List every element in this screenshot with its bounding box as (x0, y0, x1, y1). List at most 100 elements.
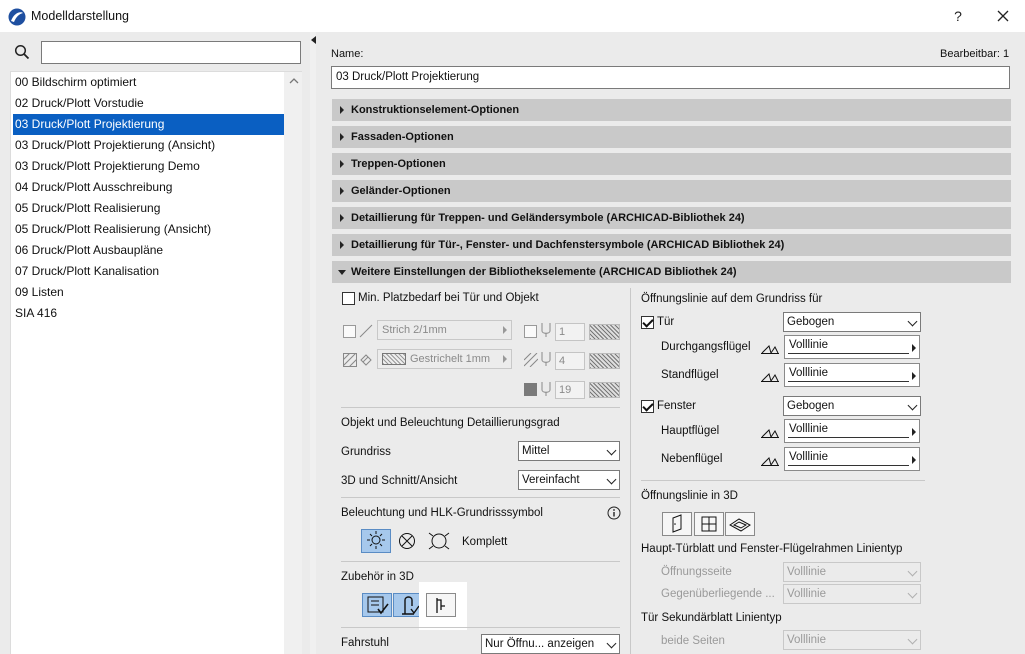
list-item[interactable]: SIA 416 (13, 303, 285, 324)
tuer-checkbox[interactable] (641, 316, 654, 329)
section-title: Detaillierung für Tür-, Fenster- und Dac… (351, 239, 785, 251)
zubehoer-list-button[interactable] (362, 593, 392, 617)
fenster-value: Gebogen (787, 400, 835, 412)
pen1-pattern[interactable] (589, 324, 620, 340)
beide-select[interactable]: Volllinie (783, 630, 921, 650)
list-item-selected[interactable]: 03 Druck/Plott Projektierung (13, 114, 285, 135)
close-button[interactable] (990, 4, 1016, 28)
zubehoer-handle-button[interactable] (426, 593, 456, 617)
oeffnungsseite-select[interactable]: Volllinie (783, 562, 921, 582)
section-title: Geländer-Optionen (351, 185, 451, 197)
pen-icon (541, 352, 551, 366)
search-icon (14, 44, 30, 60)
fenster-checkbox[interactable] (641, 400, 654, 413)
fill-preview-icon (382, 353, 406, 365)
fenster-select[interactable]: Gebogen (783, 396, 921, 416)
light-heading: Beleuchtung und HLK-Grundrisssymbol (341, 507, 543, 519)
section-weitere-einstellungen[interactable]: Weitere Einstellungen der Bibliotheksele… (332, 261, 1011, 283)
name-label: Name: (331, 48, 364, 60)
list-item[interactable]: 03 Druck/Plott Projektierung Demo (13, 156, 285, 177)
chevron-down-icon (907, 400, 918, 411)
window-3d-icon (701, 516, 717, 532)
pen2-pattern[interactable] (589, 353, 620, 369)
detail-heading: Objekt und Beleuchtung Detaillierungsgra… (341, 417, 560, 429)
section-treppen[interactable]: Treppen-Optionen (332, 153, 1011, 175)
section-treppen-detail[interactable]: Detaillierung für Treppen- und Geländers… (332, 207, 1011, 229)
section-title: Konstruktionselement-Optionen (351, 104, 520, 116)
schnitt-select[interactable]: Vereinfacht (518, 470, 620, 490)
neben-popup[interactable]: Volllinie (784, 447, 920, 471)
expand-icon (340, 241, 344, 249)
oeffnungsseite-label: Öffnungsseite (661, 566, 732, 578)
stand-popup[interactable]: Volllinie (784, 363, 920, 387)
chevron-down-icon (907, 588, 918, 599)
line-type-popup[interactable]: Strich 2/1mm (377, 320, 512, 340)
grundriss-select[interactable]: Mittel (518, 441, 620, 461)
haupt-popup[interactable]: Volllinie (784, 419, 920, 443)
section-fassaden[interactable]: Fassaden-Optionen (332, 126, 1011, 148)
fenster-label: Fenster (657, 400, 696, 412)
line-icon (359, 324, 373, 338)
hatch-icon (343, 353, 357, 367)
arrow-right-icon (912, 428, 916, 436)
lamp-button[interactable] (361, 529, 391, 553)
list-item[interactable]: 02 Druck/Plott Vorstudie (13, 93, 285, 114)
3d-door-button[interactable] (662, 512, 692, 536)
arrow-right-icon (912, 344, 916, 352)
list-item[interactable]: 05 Druck/Plott Realisierung (13, 198, 285, 219)
3d-skylight-button[interactable] (725, 512, 755, 536)
fill-bucket-icon (360, 354, 372, 366)
help-button[interactable]: ? (946, 4, 970, 28)
list-item[interactable]: 04 Druck/Plott Ausschreibung (13, 177, 285, 198)
pen3-pattern[interactable] (589, 382, 620, 398)
list-item[interactable]: 09 Listen (13, 282, 285, 303)
list-item[interactable]: 00 Bildschirm optimiert (13, 72, 285, 93)
pen3-field[interactable]: 19 (555, 381, 585, 399)
durchgang-value: Volllinie (789, 339, 828, 351)
preset-list: 00 Bildschirm optimiert 02 Druck/Plott V… (10, 71, 302, 654)
scroll-up-icon[interactable] (289, 76, 299, 86)
list-item[interactable]: 07 Druck/Plott Kanalisation (13, 261, 285, 282)
swing-line-icon (761, 429, 779, 438)
list-item[interactable]: 05 Druck/Plott Realisierung (Ansicht) (13, 219, 285, 240)
section-konstruktionselement[interactable]: Konstruktionselement-Optionen (332, 99, 1011, 121)
pen2-field[interactable]: 4 (555, 352, 585, 370)
arrow-right-icon (912, 456, 916, 464)
durchgang-popup[interactable]: Volllinie (784, 335, 920, 359)
list-check-icon (367, 596, 389, 615)
list-item[interactable]: 06 Druck/Plott Ausbaupläne (13, 240, 285, 261)
list-item[interactable]: 03 Druck/Plott Projektierung (Ansicht) (13, 135, 285, 156)
expand-icon (340, 187, 344, 195)
column-divider (630, 288, 631, 654)
fahrstuhl-select[interactable]: Nur Öffnu... anzeigen (481, 634, 620, 654)
fill-type-popup[interactable]: Gestrichelt 1mm (377, 349, 512, 369)
title-bar (0, 0, 1025, 32)
tuer-select[interactable]: Gebogen (783, 312, 921, 332)
section-tuer-fenster-detail[interactable]: Detaillierung für Tür-, Fenster- und Dac… (332, 234, 1011, 256)
3d-window-button[interactable] (694, 512, 724, 536)
light-shape-icon[interactable] (428, 530, 450, 552)
skylight-3d-icon (729, 518, 751, 532)
section-title: Weitere Einstellungen der Bibliotheksele… (351, 266, 737, 278)
name-input[interactable]: 03 Druck/Plott Projektierung (331, 66, 1010, 89)
neben-label: Nebenflügel (661, 453, 723, 465)
neben-value: Volllinie (789, 451, 828, 463)
list-scrollbar[interactable] (284, 72, 302, 654)
search-input[interactable] (41, 41, 301, 64)
pen1-field[interactable]: 1 (555, 323, 585, 341)
close-icon (997, 10, 1009, 22)
expand-icon (340, 160, 344, 168)
tuer-value: Gebogen (787, 316, 835, 328)
schnitt-value: Vereinfacht (522, 474, 580, 486)
gegen-select[interactable]: Volllinie (783, 584, 921, 604)
fahrstuhl-value: Nur Öffnu... anzeigen (485, 638, 595, 650)
min-space-checkbox[interactable] (342, 292, 355, 305)
fahrstuhl-label: Fahrstuhl (341, 637, 389, 649)
frame-heading: Haupt-Türblatt und Fenster-Flügelrahmen … (641, 543, 903, 555)
section-gelaender[interactable]: Geländer-Optionen (332, 180, 1011, 202)
gegen-value: Volllinie (787, 588, 826, 600)
divider (641, 480, 925, 481)
info-icon[interactable] (607, 506, 621, 520)
hlk-cross-icon[interactable] (398, 532, 416, 550)
line-type-value: Strich 2/1mm (382, 324, 447, 336)
